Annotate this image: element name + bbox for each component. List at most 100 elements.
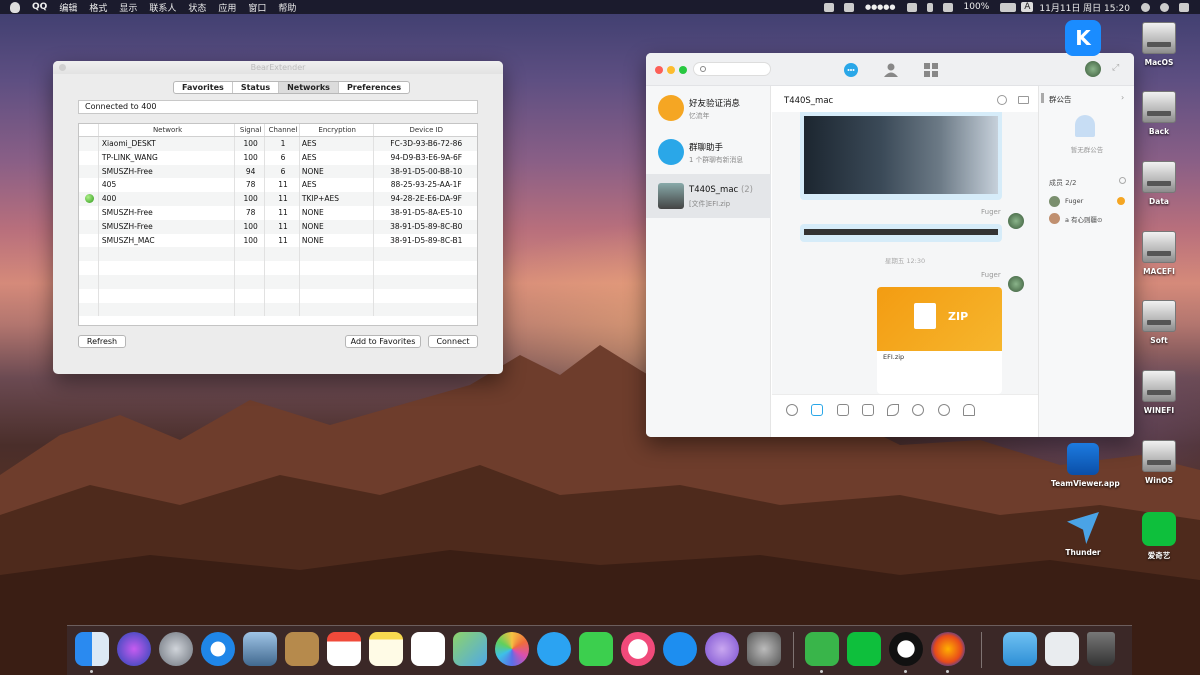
disk-icon-winefi[interactable]: WINEFI xyxy=(1127,370,1191,415)
downloads-folder-icon[interactable] xyxy=(1003,632,1037,666)
menu-contacts[interactable]: 联系人 xyxy=(143,1,182,14)
image-message[interactable] xyxy=(800,112,1002,200)
thunder-icon[interactable]: Thunder xyxy=(1051,512,1115,557)
bell-icon[interactable] xyxy=(963,404,975,416)
table-row[interactable]: 400 100 11 TKIP+AES 94-28-2E-E6-DA-9F xyxy=(79,192,477,206)
trash-icon[interactable] xyxy=(1087,632,1115,666)
tab-favorites[interactable]: Favorites xyxy=(174,82,233,93)
battery-percent[interactable]: 100% xyxy=(958,2,996,12)
mail-icon[interactable] xyxy=(243,632,277,666)
file-message[interactable]: ZIP EFI.zip xyxy=(877,287,1002,394)
col-signal[interactable]: Signal xyxy=(235,124,266,136)
conversation-item-friend-verify[interactable]: 好友验证消息 忆流年 xyxy=(646,86,771,130)
clock[interactable]: 11月11日 周日 15:20 xyxy=(1033,1,1136,14)
table-row[interactable]: Xiaomi_DESKT 100 1 AES FC-3D-93-B6-72-86 xyxy=(79,137,477,151)
menu-status[interactable]: 状态 xyxy=(182,1,212,14)
folder-icon[interactable] xyxy=(837,404,849,416)
notes-icon[interactable] xyxy=(369,632,403,666)
qq-titlebar[interactable]: ⤢ xyxy=(646,53,1134,86)
add-member-icon[interactable] xyxy=(997,95,1007,105)
teamviewer-icon[interactable]: TeamViewer.app xyxy=(1051,443,1120,488)
launchpad-icon[interactable] xyxy=(159,632,193,666)
emoji-icon[interactable] xyxy=(786,404,798,416)
member-item[interactable]: a 有心则疆⊙ xyxy=(1049,213,1133,225)
folder-icon[interactable] xyxy=(1018,96,1029,104)
photos-icon[interactable] xyxy=(495,632,529,666)
table-row[interactable]: SMUSZH_MAC 100 11 NONE 38-91-D5-89-8C-B1 xyxy=(79,233,477,248)
qq-status-icon[interactable] xyxy=(823,2,834,12)
system-preferences-icon[interactable] xyxy=(747,632,781,666)
search-icon[interactable] xyxy=(1119,177,1126,184)
zoom-icon[interactable] xyxy=(679,66,687,74)
conversation-item-group-assistant[interactable]: 群聊助手 1 个群聊有新消息 xyxy=(646,130,771,174)
col-device-id[interactable]: Device ID xyxy=(374,124,477,136)
tab-status[interactable]: Status xyxy=(233,82,280,93)
feedback-icon[interactable] xyxy=(705,632,739,666)
window-titlebar[interactable]: BearExtender xyxy=(53,61,503,74)
apple-icon[interactable] xyxy=(10,1,20,13)
battery-icon[interactable] xyxy=(1000,2,1017,12)
col-network[interactable]: Network xyxy=(99,124,236,136)
app-store-icon[interactable] xyxy=(663,632,697,666)
menu-view[interactable]: 显示 xyxy=(113,1,143,14)
chevron-right-icon[interactable]: › xyxy=(1121,93,1124,102)
itunes-icon[interactable] xyxy=(621,632,655,666)
conversation-item-t440s[interactable]: T440S_mac (2) [文件]EFI.zip xyxy=(646,174,771,218)
sender-avatar[interactable] xyxy=(1008,213,1024,229)
messages-tab-icon[interactable] xyxy=(843,62,859,78)
iqiyi-dock-icon[interactable] xyxy=(847,632,881,666)
firefox-icon[interactable] xyxy=(931,632,965,666)
screenshot-thumbnail[interactable] xyxy=(804,116,998,194)
wechat-icon[interactable] xyxy=(805,632,839,666)
menu-apps[interactable]: 应用 xyxy=(212,1,242,14)
safari-icon[interactable] xyxy=(201,632,235,666)
history-icon[interactable] xyxy=(938,404,950,416)
disk-icon-back[interactable]: Back xyxy=(1127,91,1191,136)
video-icon[interactable] xyxy=(912,404,924,416)
tab-preferences[interactable]: Preferences xyxy=(339,82,409,93)
profile-avatar[interactable] xyxy=(1085,61,1101,77)
facetime-icon[interactable] xyxy=(579,632,613,666)
spotlight-icon[interactable] xyxy=(1141,2,1150,12)
menu-window[interactable]: 窗口 xyxy=(242,1,272,14)
wifi-icon[interactable] xyxy=(906,2,917,12)
col-encryption[interactable]: Encryption xyxy=(300,124,374,136)
close-icon[interactable] xyxy=(655,66,663,74)
calendar-icon[interactable] xyxy=(327,632,361,666)
image-icon[interactable] xyxy=(862,404,874,416)
wechat-status-icon[interactable] xyxy=(843,2,854,12)
close-icon[interactable] xyxy=(59,64,66,71)
contacts-tab-icon[interactable] xyxy=(883,62,899,78)
finder-icon[interactable] xyxy=(75,632,109,666)
disk-icon-macos[interactable]: MacOS xyxy=(1127,22,1191,67)
phone-icon[interactable] xyxy=(887,404,899,416)
table-row[interactable]: 405 78 11 AES 88-25-93-25-AA-1F xyxy=(79,178,477,193)
reminders-icon[interactable] xyxy=(411,632,445,666)
signal-indicator[interactable]: ●●●●● xyxy=(859,3,902,11)
bluetooth-icon[interactable] xyxy=(926,2,933,12)
col-channel[interactable]: Channel xyxy=(265,124,300,136)
maps-icon[interactable] xyxy=(453,632,487,666)
connect-button[interactable]: Connect xyxy=(428,335,478,348)
sender-avatar[interactable] xyxy=(1008,276,1024,292)
messages-icon[interactable] xyxy=(537,632,571,666)
apps-tab-icon[interactable] xyxy=(923,62,939,78)
disk-icon-winos[interactable]: WinOS xyxy=(1127,440,1191,485)
tab-networks[interactable]: Networks xyxy=(279,82,339,93)
add-to-favorites-button[interactable]: Add to Favorites xyxy=(345,335,421,348)
volume-icon[interactable] xyxy=(942,2,953,12)
member-item[interactable]: Fuger xyxy=(1049,196,1133,208)
kugou-app-icon[interactable]: K xyxy=(1065,20,1101,56)
input-source[interactable]: A xyxy=(1021,2,1034,12)
contacts-icon[interactable] xyxy=(285,632,319,666)
expand-icon[interactable]: ⤢ xyxy=(1112,63,1119,73)
minimize-icon[interactable] xyxy=(667,66,675,74)
menu-edit[interactable]: 编辑 xyxy=(53,1,83,14)
disk-icon-soft[interactable]: Soft xyxy=(1127,300,1191,345)
menu-app-name[interactable]: QQ xyxy=(26,2,53,12)
qq-icon[interactable] xyxy=(889,632,923,666)
search-input[interactable] xyxy=(693,62,771,76)
menu-help[interactable]: 帮助 xyxy=(272,1,302,14)
scissors-icon[interactable] xyxy=(811,404,823,416)
table-row[interactable]: SMUSZH-Free 100 11 NONE 38-91-D5-89-8C-B0 xyxy=(79,219,477,234)
